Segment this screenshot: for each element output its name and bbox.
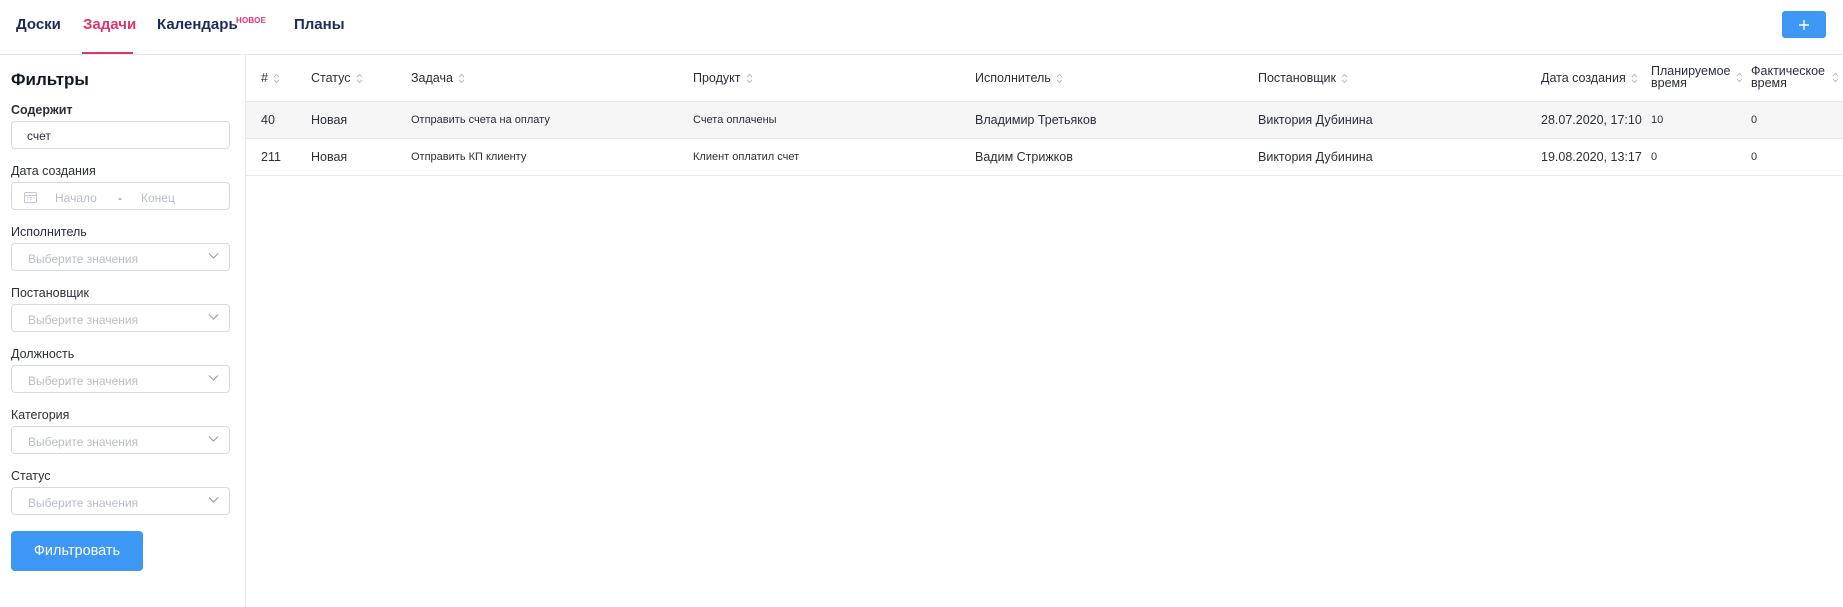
sort-icon <box>1056 73 1063 83</box>
cell-planned: 10 <box>1651 114 1664 126</box>
column-header-label: Фактическое время <box>1751 64 1825 90</box>
sort-icon <box>273 73 280 83</box>
active-tab-indicator <box>82 52 133 54</box>
cell-task[interactable]: Отправить счета на оплату <box>411 114 550 126</box>
column-header-task[interactable]: Задача <box>411 71 465 85</box>
cell-planned: 0 <box>1651 151 1658 163</box>
tab-boards[interactable]: Доски <box>16 16 61 33</box>
chevron-down-icon <box>208 436 219 442</box>
tab-plans[interactable]: Планы <box>294 16 345 33</box>
executor-select[interactable]: Выберите значения <box>11 243 230 271</box>
cell-product: Клиент оплатил счет <box>693 151 800 163</box>
cell-status: Новая <box>311 150 348 164</box>
column-header-actual[interactable]: Фактическое время <box>1751 65 1839 89</box>
chevron-down-icon <box>208 314 219 320</box>
contains-input-value: счет <box>27 129 51 143</box>
created-date-label: Дата создания <box>11 164 96 178</box>
created-date-range[interactable]: Начало - Конец <box>11 182 230 210</box>
category-label: Категория <box>11 408 70 422</box>
cell-assigner: Виктория Дубинина <box>1258 113 1373 127</box>
column-header-label: Постановщик <box>1258 71 1336 85</box>
assigner-label: Постановщик <box>11 286 89 300</box>
cell-actual: 0 <box>1751 151 1758 163</box>
sort-icon <box>1832 72 1839 82</box>
position-placeholder: Выберите значения <box>28 374 139 388</box>
table-row[interactable]: 211 Новая Отправить КП клиенту Клиент оп… <box>246 139 1843 176</box>
column-header-label: Продукт <box>693 71 741 85</box>
tab-tasks[interactable]: Задачи <box>83 16 136 33</box>
column-header-assigner[interactable]: Постановщик <box>1258 71 1348 85</box>
column-header-label: Исполнитель <box>975 71 1051 85</box>
date-end-placeholder[interactable]: Конец <box>141 191 175 205</box>
cell-executor: Владимир Третьяков <box>975 113 1097 127</box>
column-header-label: Планируемое время <box>1651 64 1731 90</box>
category-select[interactable]: Выберите значения <box>11 426 230 454</box>
sort-icon <box>1341 73 1348 83</box>
assigner-placeholder: Выберите значения <box>28 313 139 327</box>
category-placeholder: Выберите значения <box>28 435 139 449</box>
executor-placeholder: Выберите значения <box>28 252 139 266</box>
column-header-executor[interactable]: Исполнитель <box>975 71 1063 85</box>
cell-assigner: Виктория Дубинина <box>1258 150 1373 164</box>
column-header-label: Задача <box>411 71 453 85</box>
column-header-status[interactable]: Статус <box>311 71 363 85</box>
cell-task[interactable]: Отправить КП клиенту <box>411 151 526 163</box>
plus-icon <box>1799 19 1809 30</box>
calendar-icon <box>24 192 37 203</box>
status-select[interactable]: Выберите значения <box>11 487 230 515</box>
sort-icon <box>746 73 752 83</box>
contains-input[interactable]: счет <box>11 121 230 149</box>
column-header-id[interactable]: # <box>261 71 280 85</box>
table-row[interactable]: 40 Новая Отправить счета на оплату Счета… <box>246 102 1843 139</box>
assigner-select[interactable]: Выберите значения <box>11 304 230 332</box>
column-header-product[interactable]: Продукт <box>693 71 753 85</box>
tab-calendar[interactable]: Календарь <box>157 16 238 33</box>
top-nav: Доски Задачи Календарь НОВОЕ Планы <box>0 0 1843 55</box>
new-badge: НОВОЕ <box>236 16 267 25</box>
column-header-label: Дата создания <box>1541 71 1626 85</box>
date-start-placeholder[interactable]: Начало <box>55 191 97 205</box>
cell-status: Новая <box>311 113 348 127</box>
column-header-label: Статус <box>311 71 351 85</box>
filters-sidebar: Фильтры Содержит счет Дата создания Нача… <box>0 55 246 607</box>
cell-created: 28.07.2020, 17:10 <box>1541 113 1642 127</box>
filters-title: Фильтры <box>11 70 89 89</box>
cell-product: Счета оплачены <box>693 114 777 126</box>
cell-id: 40 <box>261 113 275 127</box>
cell-executor: Вадим Стрижков <box>975 150 1073 164</box>
table-header: # Статус Задача Продукт Исполнитель Пост… <box>246 55 1843 102</box>
filter-button[interactable]: Фильтровать <box>11 531 143 571</box>
cell-actual: 0 <box>1751 114 1758 126</box>
column-header-label: # <box>261 71 268 85</box>
chevron-down-icon <box>208 497 219 503</box>
sort-icon <box>1736 72 1743 82</box>
position-select[interactable]: Выберите значения <box>11 365 230 393</box>
sort-icon <box>356 73 362 83</box>
cell-id: 211 <box>261 150 281 164</box>
executor-label: Исполнитель <box>11 225 87 239</box>
chevron-down-icon <box>208 253 219 259</box>
position-label: Должность <box>11 347 75 361</box>
status-placeholder: Выберите значения <box>28 496 139 510</box>
sort-icon <box>458 73 465 83</box>
column-header-planned[interactable]: Планируемое время <box>1651 65 1743 89</box>
chevron-down-icon <box>208 375 219 381</box>
column-header-created[interactable]: Дата создания <box>1541 71 1638 85</box>
cell-created: 19.08.2020, 13:17 <box>1541 150 1642 164</box>
contains-label: Содержит <box>11 103 73 117</box>
add-button[interactable] <box>1782 11 1826 38</box>
date-separator: - <box>118 191 122 205</box>
status-label: Статус <box>11 469 51 483</box>
sort-icon <box>1631 73 1638 83</box>
